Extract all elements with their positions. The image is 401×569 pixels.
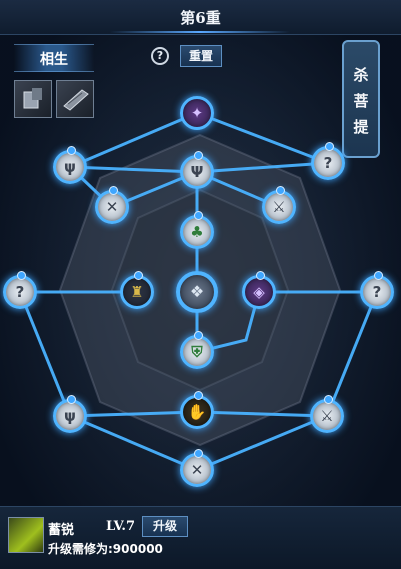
skill-name: 蓄锐 xyxy=(48,523,75,538)
gold-tower-icon[interactable]: ♜ xyxy=(120,271,154,309)
skill-level: LV.7 xyxy=(106,519,135,534)
upgrade-button[interactable]: 升级 xyxy=(142,516,188,537)
side-tab-char-2: 菩 xyxy=(353,92,369,110)
question-swirl-icon-left[interactable]: ? xyxy=(3,271,37,309)
reset-button[interactable]: 重置 xyxy=(180,45,222,67)
purple-shield-icon[interactable]: ◈ xyxy=(242,271,276,309)
help-icon[interactable]: ? xyxy=(151,47,169,65)
wing-claw-icon[interactable]: ψ xyxy=(53,146,87,184)
cross-rune-icon-bottom[interactable]: ✕ xyxy=(180,449,214,487)
question-swirl-icon-right[interactable]: ? xyxy=(360,271,394,309)
relation-tab-label: 相生 xyxy=(40,52,68,68)
sha-puti-tab[interactable]: 杀 菩 提 xyxy=(342,40,380,158)
skill-info-panel: 蓄锐 LV.7 升级 升级需修为:900000 xyxy=(0,506,401,569)
sword-rune-icon[interactable]: ⚔ xyxy=(262,186,296,224)
green-shield-icon[interactable]: ⛨ xyxy=(180,331,214,369)
armor-skill-glyph xyxy=(23,88,42,109)
title-glow xyxy=(110,31,290,33)
green-leaf-icon[interactable]: ♣ xyxy=(180,211,214,249)
flame-fork-icon[interactable]: Ψ xyxy=(180,151,214,189)
side-tab-char-1: 杀 xyxy=(353,66,369,84)
sword-rune-icon-lower[interactable]: ⚔ xyxy=(310,395,344,433)
purple-crest-icon[interactable]: ✦ xyxy=(180,96,214,130)
center-emblem-icon[interactable]: ❖ xyxy=(176,271,218,313)
relation-tab[interactable]: 相生 xyxy=(14,44,94,72)
gold-hand-icon[interactable]: ✋ xyxy=(180,391,214,429)
book-skill-glyph xyxy=(63,89,89,111)
wing-claw-icon-lower[interactable]: ψ xyxy=(53,395,87,433)
book-skill-icon[interactable] xyxy=(56,80,94,118)
cross-rune-icon[interactable]: ✕ xyxy=(95,186,129,224)
armor-skill-icon[interactable] xyxy=(14,80,52,118)
page-title: 第6重 xyxy=(180,9,221,27)
skill-portrait-icon xyxy=(8,517,44,553)
upgrade-requirement: 升级需修为:900000 xyxy=(48,542,163,556)
title-bar: 第6重 xyxy=(0,0,401,35)
side-tab-char-3: 提 xyxy=(353,118,369,136)
question-swirl-icon[interactable]: ? xyxy=(311,142,345,180)
